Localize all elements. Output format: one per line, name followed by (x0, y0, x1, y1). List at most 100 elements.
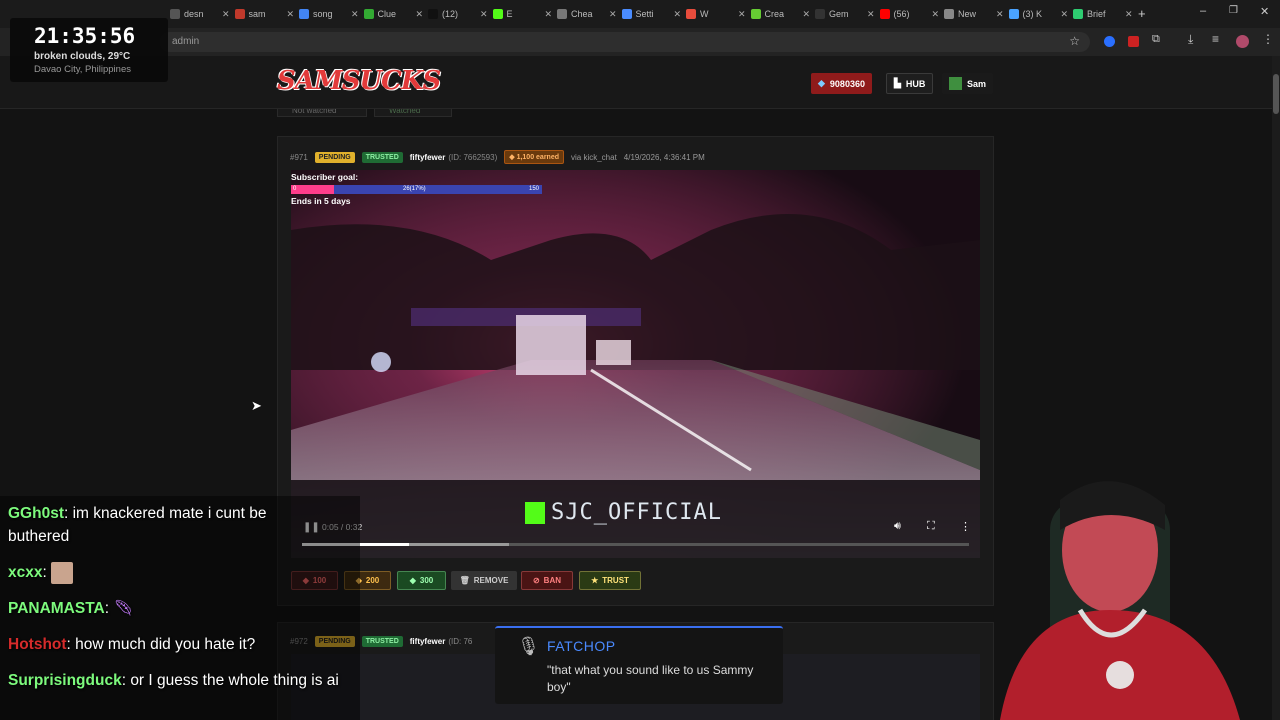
tab-label: (12) (442, 9, 459, 19)
watermark: SJC_OFFICIAL (525, 500, 722, 525)
tab-favicon-icon (428, 9, 438, 19)
submission-id: #971 (290, 152, 308, 162)
goal-overlay: Subscriber goal: 0 26(17%) 150 Ends in 5… (291, 172, 542, 206)
browser-tab[interactable]: desn ✕ (170, 5, 232, 23)
browser-tab[interactable]: Setti ✕ (621, 5, 684, 23)
extension-icon[interactable] (1104, 36, 1115, 47)
chat-message: GGh0st: im knackered mate i cunt be buth… (8, 505, 267, 545)
tab-favicon-icon (363, 9, 374, 19)
tab-close-icon[interactable]: ✕ (287, 9, 295, 20)
submission-date: 4/19/2026, 4:36:41 PM (623, 152, 705, 162)
tab-favicon-icon (879, 9, 890, 19)
source-label: via kick_chat (571, 152, 617, 162)
tab-favicon-icon (815, 9, 825, 19)
points-badge[interactable]: ◆ 9080360 (811, 73, 872, 94)
puzzle-icon[interactable]: ⧉ (1152, 33, 1160, 46)
clock-time: 21:35:56 (34, 24, 136, 48)
ban-button[interactable]: ⊘ BAN (521, 571, 573, 590)
tab-label: E (506, 9, 513, 19)
tts-sender: FATCHOP (547, 638, 616, 654)
award-300-button[interactable]: ◆ 300 (397, 571, 446, 590)
emote-icon (51, 561, 74, 584)
browser-tab[interactable]: (56) ✕ (879, 5, 942, 23)
tab-close-icon[interactable]: ✕ (738, 9, 746, 20)
remove-button[interactable]: 🗑︎ REMOVE (451, 571, 517, 590)
tab-favicon-icon (750, 9, 761, 19)
hub-icon: ▙ (894, 78, 901, 88)
earned-badge: ◆ 1,100 earned (504, 150, 564, 164)
tab-close-icon[interactable]: ✕ (222, 9, 230, 20)
browser-tab-bar: desn ✕ sam ✕ song ✕ Clue ✕ (12) ✕ E ✕ Chea ✕ Setti ✕ W ✕ C… (0, 0, 1280, 28)
video-player[interactable]: Subscriber goal: 0 26(17%) 150 Ends in 5… (291, 170, 980, 558)
chat-text: how much did you hate it? (75, 636, 256, 653)
tab-close-icon[interactable]: ✕ (545, 9, 553, 20)
browser-tab[interactable]: (3) K ✕ (1008, 5, 1071, 23)
browser-tab[interactable]: Chea ✕ (557, 5, 619, 23)
more-menu-icon[interactable]: ⋮ (1262, 32, 1274, 46)
close-window-icon[interactable]: ✕ (1260, 5, 1269, 18)
tab-close-icon[interactable]: ✕ (416, 9, 424, 20)
download-icon[interactable]: ⤓ (1188, 32, 1193, 47)
clock-widget: 21:35:56 broken clouds, 29°C Davao City,… (10, 18, 168, 82)
tab-favicon-icon (299, 9, 309, 19)
hub-button[interactable]: ▙ HUB (886, 73, 934, 94)
browser-tab[interactable]: Gem ✕ (815, 5, 877, 23)
address-bar-row: admin ☆ ⧉ ⤓ ≡ ⋮ (0, 28, 1280, 56)
tab-label: Gem (829, 9, 849, 19)
scrollbar[interactable] (1272, 56, 1280, 720)
browser-tab[interactable]: (12) ✕ (428, 5, 490, 23)
tts-alert: 🎙︎ FATCHOP "that what you sound like to … (495, 626, 783, 704)
chat-username: Hotshot (8, 636, 67, 653)
minimize-icon[interactable]: – (1200, 5, 1206, 17)
browser-tab[interactable]: sam ✕ (234, 5, 297, 23)
tab-close-icon[interactable]: ✕ (932, 9, 940, 20)
video-seek-bar[interactable] (302, 543, 969, 546)
browser-tab[interactable]: Clue ✕ (363, 5, 426, 23)
tab-close-icon[interactable]: ✕ (351, 9, 359, 20)
browser-tab[interactable]: song ✕ (299, 5, 361, 23)
tab-label: Crea (764, 9, 785, 19)
chat-message: PANAMASTA: 🪶︎ (8, 600, 134, 617)
site-logo[interactable]: SAMSUCKS (277, 66, 441, 96)
fullscreen-icon[interactable]: ⛶ (927, 520, 935, 533)
trust-button[interactable]: ★ TRUST (579, 571, 641, 590)
tab-close-icon[interactable]: ✕ (1125, 9, 1133, 20)
tab-close-icon[interactable]: ✕ (867, 9, 875, 20)
webcam-feed (960, 460, 1272, 720)
tab-close-icon[interactable]: ✕ (1061, 9, 1069, 20)
tab-close-icon[interactable]: ✕ (996, 9, 1004, 20)
star-icon[interactable]: ☆ (1069, 34, 1080, 48)
tab-favicon-icon (944, 9, 954, 19)
submitter-name[interactable]: fiftyfewer (410, 637, 446, 646)
diamond-icon: ◆ (409, 576, 416, 585)
tab-close-icon[interactable]: ✕ (609, 9, 617, 20)
tab-favicon-icon (686, 9, 696, 19)
restore-icon[interactable]: ❐ (1229, 5, 1238, 16)
trusted-badge: TRUSTED (361, 151, 403, 163)
profile-avatar[interactable] (1236, 35, 1249, 48)
browser-tab[interactable]: Brief ✕ (1073, 5, 1135, 23)
scrollbar-thumb[interactable] (1273, 74, 1279, 114)
action-label: REMOVE (473, 576, 509, 585)
new-tab-button[interactable]: + (1138, 6, 1146, 21)
extension-icon[interactable] (1128, 36, 1139, 47)
tab-label: Chea (571, 9, 593, 19)
volume-icon[interactable]: 🔊︎ (894, 520, 901, 533)
kick-logo-icon (525, 501, 545, 524)
browser-tab[interactable]: Crea ✕ (750, 5, 813, 23)
submitter-id: (ID: 76 (448, 637, 473, 646)
tab-close-icon[interactable]: ✕ (480, 9, 488, 20)
submitter-name[interactable]: fiftyfewer (410, 153, 446, 162)
url-field[interactable]: admin ☆ (160, 32, 1090, 52)
browser-tab[interactable]: W ✕ (686, 5, 748, 23)
header-content-layer: SAMSUCKS ◆ 9080360 ▙ HUB Sam (0, 56, 1272, 109)
browser-tab[interactable]: New ✕ (944, 5, 1006, 23)
chat-username: Surprisingduck (8, 672, 122, 689)
chat-username: xcxx (8, 564, 43, 581)
tab-label: Clue (377, 9, 397, 19)
tab-close-icon[interactable]: ✕ (674, 9, 682, 20)
browser-tab[interactable]: E ✕ (492, 5, 555, 23)
user-menu-button[interactable]: Sam (942, 73, 994, 94)
menu-icon[interactable]: ≡ (1212, 32, 1219, 46)
tab-close-icon[interactable]: ✕ (803, 9, 811, 20)
